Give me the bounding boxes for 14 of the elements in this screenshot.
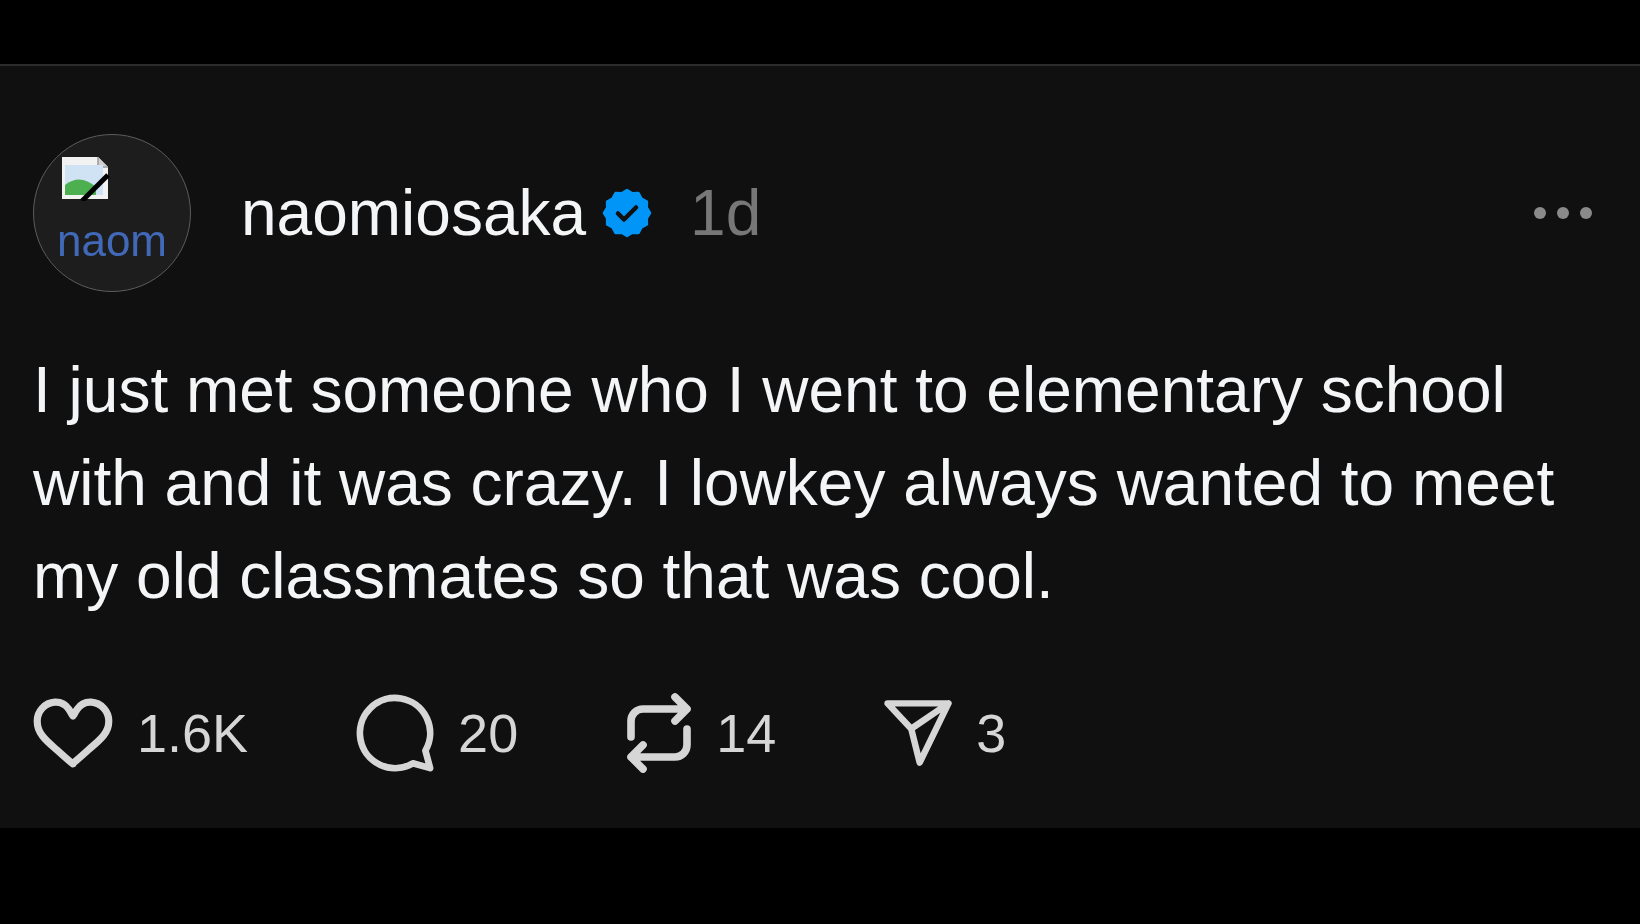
speech-bubble-icon xyxy=(356,694,435,772)
share-button[interactable]: 3 xyxy=(884,700,1007,766)
post-text: I just met someone who I went to elementary school with and it was crazy. I lowkey always wanted to meet my old classmates so that was cool. xyxy=(33,353,1556,614)
like-button[interactable]: 1.6K xyxy=(33,698,249,768)
timestamp: 1d xyxy=(690,181,762,245)
username[interactable]: naomiosaka xyxy=(241,181,587,245)
repost-icon xyxy=(626,693,693,773)
reply-button[interactable]: 20 xyxy=(356,694,519,772)
broken-image-icon xyxy=(60,155,110,201)
repost-button[interactable]: 14 xyxy=(626,693,777,773)
avatar-alt-text: naom xyxy=(56,223,168,259)
paper-plane-icon xyxy=(884,700,953,766)
heart-icon xyxy=(33,698,113,768)
more-icon[interactable] xyxy=(1534,207,1592,219)
